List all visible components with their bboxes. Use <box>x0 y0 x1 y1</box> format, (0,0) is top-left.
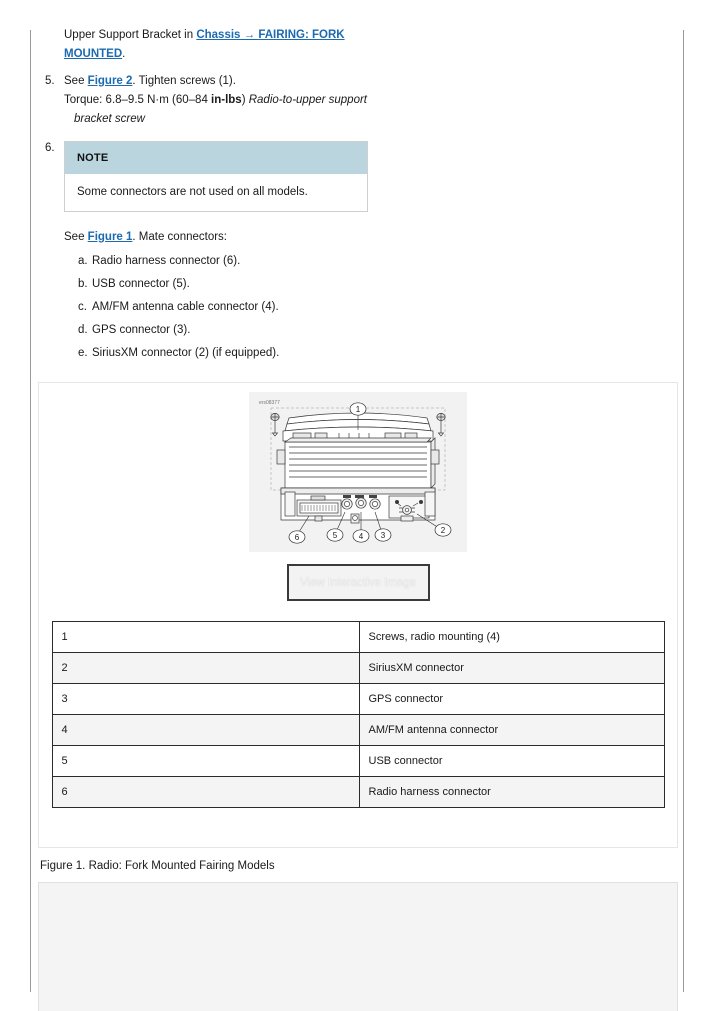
list-item-marker: d. <box>78 324 88 336</box>
list-item: d. GPS connector (3). <box>64 322 678 338</box>
lead-arrow: → <box>240 29 259 41</box>
note-heading: NOTE <box>65 142 367 174</box>
list-item-marker: e. <box>78 347 88 359</box>
list-item-label: USB connector (5). <box>92 278 190 290</box>
callout-description: USB connector <box>358 745 665 777</box>
lead-paragraph: Upper Support Bracket in Chassis → FAIRI… <box>38 26 678 64</box>
page-rule-left <box>30 30 31 992</box>
document-page: Upper Support Bracket in Chassis → FAIRI… <box>0 0 714 1011</box>
document-content: Upper Support Bracket in Chassis → FAIRI… <box>38 26 678 1011</box>
table-row: 5 USB connector <box>51 745 665 777</box>
step-5: 5. See Figure 2. Tighten screws (1). Tor… <box>38 72 678 129</box>
link-figure-2[interactable]: Figure 2 <box>88 75 133 87</box>
view-interactive-image-label: View Interactive Image <box>299 576 417 589</box>
mate-connectors-list: a. Radio harness connector (6). b. USB c… <box>64 253 678 361</box>
drawing-reference-code: ers08377 <box>259 400 280 406</box>
note-box: NOTE Some connectors are not used on all… <box>64 141 368 212</box>
page-rule-right <box>683 30 684 992</box>
callout-number: 1 <box>51 621 360 653</box>
callout-description: Radio harness connector <box>358 776 665 808</box>
step-5-body: See Figure 2. Tighten screws (1). Torque… <box>64 72 678 129</box>
view-interactive-image-button[interactable]: View Interactive Image <box>286 564 430 601</box>
step-5-text-after: . Tighten screws (1). <box>132 75 236 87</box>
callout-number: 3 <box>51 683 360 715</box>
list-item-label: Radio harness connector (6). <box>92 255 241 267</box>
figure-caption: Figure 1. Radio: Fork Mounted Fairing Mo… <box>40 860 275 872</box>
mate-connectors-intro: See Figure 1. Mate connectors: <box>64 228 678 247</box>
torque-units-bold: in-lbs <box>211 94 242 106</box>
step-5-torque-line2: bracket screw <box>64 110 678 129</box>
step-6: 6. NOTE Some connectors are not used on … <box>38 139 678 368</box>
table-row: 3 GPS connector <box>51 683 665 715</box>
figure-panel-next <box>38 882 678 1011</box>
torque-description-line1: Radio-to-upper support <box>248 94 367 106</box>
callout-2: 2 <box>441 526 446 535</box>
list-item-label: AM/FM antenna cable connector (4). <box>92 301 279 313</box>
radio-technical-drawing: 1 6 5 4 3 2 ers08377 <box>249 392 467 552</box>
callout-4: 4 <box>359 532 364 541</box>
callout-description: GPS connector <box>358 683 665 715</box>
list-item-label: SiriusXM connector (2) (if equipped). <box>92 347 280 359</box>
lead-prefix: Upper Support Bracket in <box>64 29 197 41</box>
callout-description: AM/FM antenna connector <box>358 714 665 746</box>
callout-description: SiriusXM connector <box>358 652 665 684</box>
callout-6: 6 <box>295 533 300 542</box>
list-item: a. Radio harness connector (6). <box>64 253 678 269</box>
callout-description: Screws, radio mounting (4) <box>358 621 665 653</box>
step-5-number: 5. <box>45 75 55 87</box>
list-item-marker: c. <box>78 301 87 313</box>
list-item: e. SiriusXM connector (2) (if equipped). <box>64 345 678 361</box>
callout-number: 4 <box>51 714 360 746</box>
torque-after: ) <box>241 94 249 106</box>
note-body-text: Some connectors are not used on all mode… <box>65 174 367 211</box>
figure-panel: 1 6 5 4 3 2 ers08377 View Interactive Im… <box>38 382 678 848</box>
mate-text-after: . Mate connectors: <box>132 231 228 243</box>
list-item: c. AM/FM antenna cable connector (4). <box>64 299 678 315</box>
callout-number: 5 <box>51 745 360 777</box>
callout-table: 1 Screws, radio mounting (4) 2 SiriusXM … <box>51 621 665 808</box>
callout-5: 5 <box>333 531 338 540</box>
step-5-torque-line1: Torque: 6.8–9.5 N·m (60–84 in-lbs) Radio… <box>64 91 678 110</box>
list-item-marker: a. <box>78 255 88 267</box>
torque-prefix: Torque: 6.8–9.5 N·m (60–84 <box>64 94 212 106</box>
figure-image-wrap: 1 6 5 4 3 2 ers08377 <box>39 383 677 552</box>
step-5-line1: See Figure 2. Tighten screws (1). <box>64 72 678 91</box>
callout-number: 2 <box>51 652 360 684</box>
list-item: b. USB connector (5). <box>64 276 678 292</box>
lead-suffix: . <box>122 48 126 60</box>
table-row: 1 Screws, radio mounting (4) <box>51 621 665 653</box>
list-item-label: GPS connector (3). <box>92 324 191 336</box>
table-row: 2 SiriusXM connector <box>51 652 665 684</box>
callout-3: 3 <box>381 531 386 540</box>
step-6-body: NOTE Some connectors are not used on all… <box>64 139 678 368</box>
link-fairing-fork-mounted-line2[interactable]: MOUNTED <box>64 48 122 60</box>
link-fairing-fork-mounted-line1[interactable]: FAIRING: FORK <box>258 29 344 41</box>
list-item-marker: b. <box>78 278 88 290</box>
table-row: 4 AM/FM antenna connector <box>51 714 665 746</box>
link-figure-1[interactable]: Figure 1 <box>88 231 133 243</box>
mate-text-before: See <box>64 231 88 243</box>
torque-description-line2: bracket screw <box>74 113 145 125</box>
table-row: 6 Radio harness connector <box>51 776 665 808</box>
callout-number: 6 <box>51 776 360 808</box>
link-chassis[interactable]: Chassis <box>196 29 240 41</box>
callout-1: 1 <box>356 405 361 414</box>
step-5-text-before: See <box>64 75 88 87</box>
step-6-number: 6. <box>45 142 55 154</box>
